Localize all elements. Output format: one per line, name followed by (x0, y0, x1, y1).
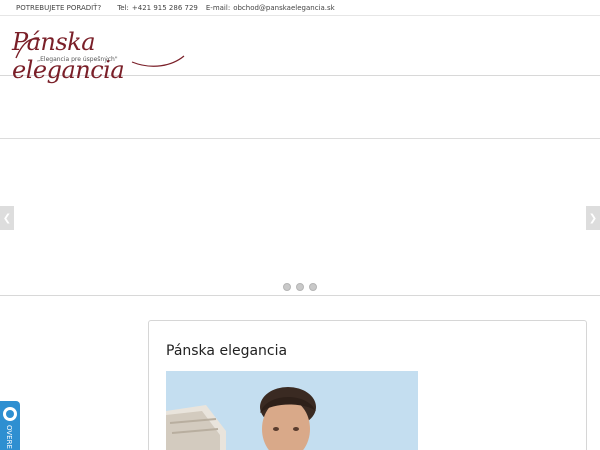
email-label: E-mail: (205, 3, 231, 12)
tel-label: Tel: (117, 3, 129, 12)
site-logo[interactable]: Pánska elegancia „Elegancia pre úspešnýc… (12, 26, 192, 84)
model-photo-image (166, 371, 418, 450)
verified-side-tab[interactable]: OVERE (0, 401, 20, 450)
verified-badge-icon (3, 407, 17, 421)
slider-prev-button[interactable]: ❮ (0, 206, 14, 230)
slider-dot-2[interactable] (296, 283, 304, 291)
slider-dot-3[interactable] (309, 283, 317, 291)
slider-dot-1[interactable] (283, 283, 291, 291)
slider-next-button[interactable]: ❯ (586, 206, 600, 230)
navigation-band (0, 77, 600, 139)
email-link[interactable]: obchod@panskaelegancia.sk (233, 4, 335, 12)
slider-dots (283, 283, 317, 291)
logo-tagline: „Elegancia pre úspešných" (37, 56, 118, 63)
content-card: Pánska elegancia (148, 320, 587, 450)
tel-link[interactable]: +421 915 286 729 (132, 4, 198, 12)
top-info-bar: POTREBUJETE PORADIŤ? Tel: +421 915 286 7… (0, 0, 600, 16)
model-photo (166, 371, 418, 450)
side-tab-label: OVERE (5, 425, 13, 449)
chevron-left-icon: ❮ (2, 212, 12, 224)
hero-slider: ❮ ❯ (0, 140, 600, 296)
chevron-right-icon: ❯ (588, 212, 598, 224)
content-title: Pánska elegancia (166, 343, 288, 359)
site-header: Pánska elegancia „Elegancia pre úspešnýc… (0, 16, 600, 84)
help-text: POTREBUJETE PORADIŤ? (16, 3, 102, 12)
